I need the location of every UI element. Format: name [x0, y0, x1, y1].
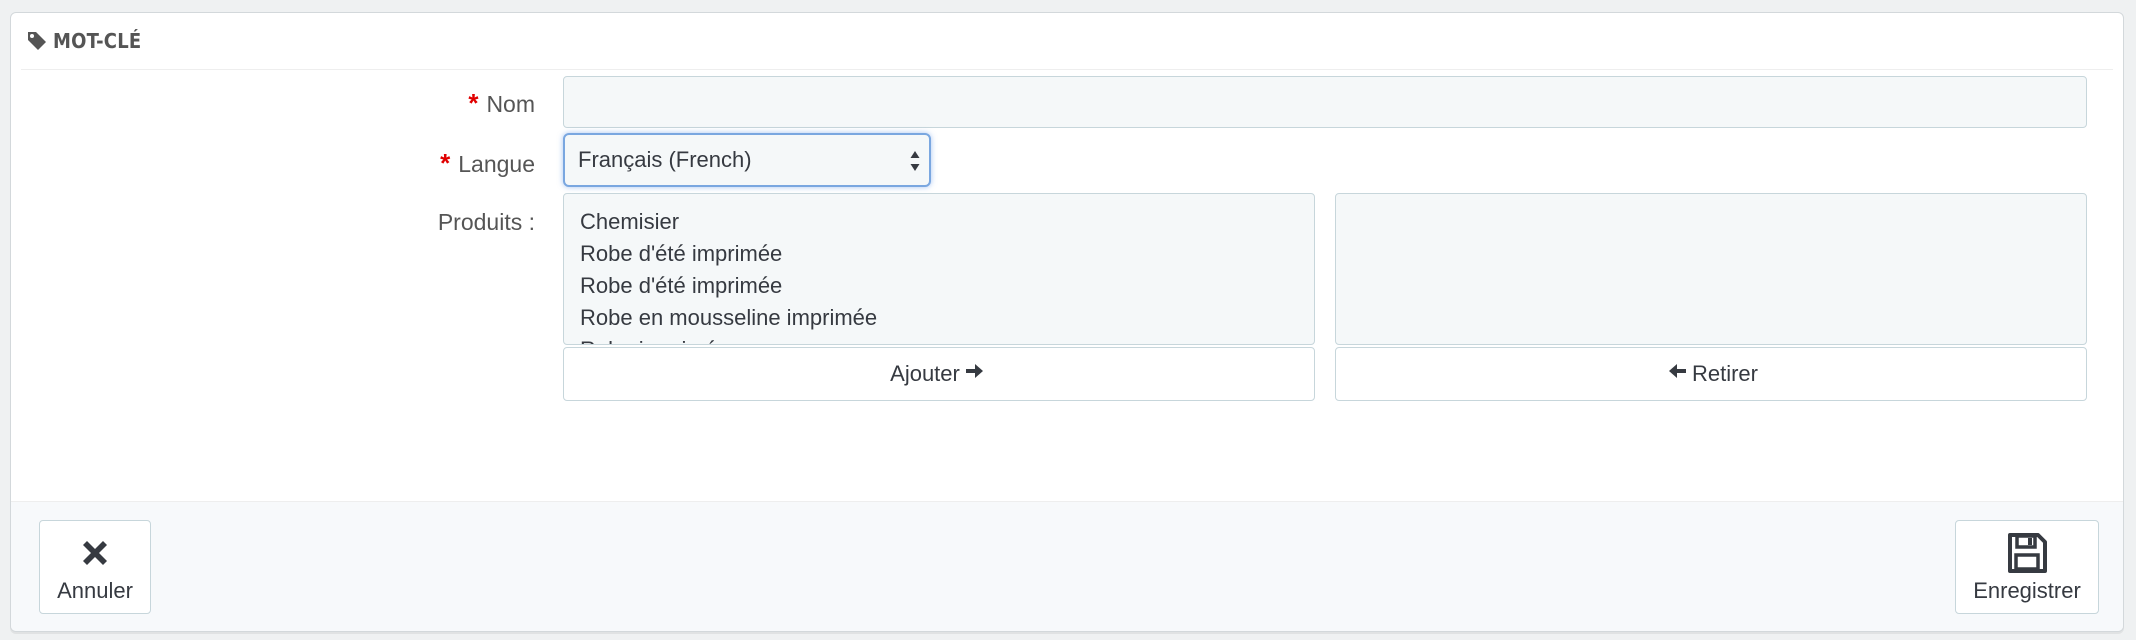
name-label-text: Nom [486, 91, 535, 117]
cancel-label: Annuler [57, 578, 133, 603]
list-item[interactable]: Robe d'été imprimée [564, 270, 1314, 302]
products-row: Produits : Chemisier Robe d'été imprimée… [11, 193, 2123, 493]
save-button[interactable]: Enregistrer [1955, 520, 2099, 614]
remove-button[interactable]: Retirer [1335, 347, 2087, 401]
cancel-button[interactable]: Annuler [39, 520, 151, 614]
products-label: Produits : [437, 209, 535, 235]
language-row: * Langue Français (French) [11, 133, 2123, 193]
name-row: * Nom [11, 73, 2123, 133]
panel-heading: MOT-CLÉ [21, 13, 2113, 70]
list-item[interactable]: Chemisier [564, 206, 1314, 238]
remove-label: Retirer [1691, 361, 1758, 386]
language-selected-value: Français (French) [578, 147, 752, 172]
required-mark: * [468, 88, 479, 118]
name-input[interactable] [563, 76, 2087, 128]
language-label-text: Langue [458, 151, 535, 177]
tag-icon [27, 31, 47, 51]
language-select[interactable]: Français (French) [563, 133, 931, 187]
available-products-list[interactable]: Chemisier Robe d'été imprimée Robe d'été… [563, 193, 1315, 345]
save-label: Enregistrer [1973, 578, 2081, 603]
list-item[interactable]: Robe imprimée [564, 334, 1314, 344]
panel-footer: Annuler Enregistrer [11, 501, 2123, 631]
close-icon [77, 530, 113, 576]
required-mark: * [440, 148, 451, 178]
language-label: * Langue [440, 148, 535, 179]
list-item[interactable]: Robe d'été imprimée [564, 238, 1314, 270]
select-arrows-icon [909, 148, 921, 174]
keyword-panel: MOT-CLÉ * Nom * Langue Français (French) P… [10, 12, 2124, 632]
name-label: * Nom [468, 88, 535, 119]
floppy-disk-icon [2006, 530, 2048, 576]
add-label: Ajouter [890, 361, 960, 386]
panel-title: MOT-CLÉ [53, 29, 142, 53]
arrow-right-icon [960, 361, 988, 387]
add-button[interactable]: Ajouter [563, 347, 1315, 401]
list-item[interactable]: Robe en mousseline imprimée [564, 302, 1314, 334]
selected-products-list[interactable] [1335, 193, 2087, 345]
arrow-left-icon [1664, 361, 1692, 387]
